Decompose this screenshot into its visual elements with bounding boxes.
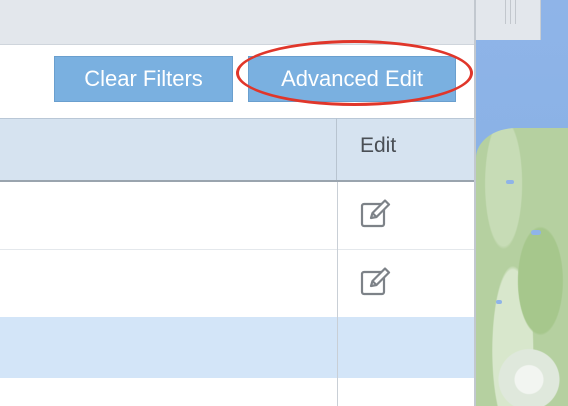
panel-border bbox=[474, 0, 476, 406]
map-lake bbox=[496, 300, 502, 304]
table-row[interactable] bbox=[0, 182, 476, 249]
column-divider bbox=[337, 182, 338, 406]
advanced-edit-button[interactable]: Advanced Edit bbox=[248, 56, 456, 102]
map-lake bbox=[506, 180, 514, 184]
panel-header bbox=[0, 0, 476, 45]
resize-grip-icon[interactable] bbox=[500, 0, 520, 24]
pencil-square-icon[interactable] bbox=[360, 197, 392, 229]
table-row-selected[interactable] bbox=[0, 317, 476, 378]
table-header bbox=[0, 118, 476, 183]
map-mountain-area bbox=[494, 340, 564, 406]
map-lake bbox=[531, 230, 541, 235]
table-row[interactable] bbox=[0, 378, 476, 406]
table-row[interactable] bbox=[0, 249, 476, 317]
edit-column-header[interactable]: Edit bbox=[360, 134, 396, 158]
pencil-square-icon[interactable] bbox=[360, 265, 392, 297]
map-view[interactable] bbox=[476, 0, 568, 406]
column-divider[interactable] bbox=[336, 118, 337, 180]
clear-filters-button[interactable]: Clear Filters bbox=[54, 56, 233, 102]
